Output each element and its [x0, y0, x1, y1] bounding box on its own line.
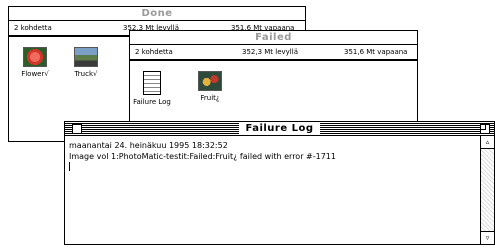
text-cursor [69, 162, 476, 174]
file-icon-flower-label: Flower√ [21, 70, 49, 78]
vertical-scrollbar[interactable]: ▵ ▿ [480, 136, 494, 244]
scroll-up-arrow-icon[interactable]: ▵ [481, 136, 494, 149]
file-icon-truck-label: Truck√ [74, 70, 98, 78]
file-icon-failure-log[interactable]: Failure Log [132, 71, 172, 106]
failure-log-titlebar[interactable]: Failure Log [65, 122, 494, 136]
truck-image-icon [74, 47, 98, 67]
done-window-titlebar[interactable]: Done [9, 7, 305, 21]
file-icon-fruit[interactable]: Fruit¿ [190, 71, 230, 102]
failure-log-window[interactable]: Failure Log maanantai 24. heinäkuu 1995 … [64, 121, 495, 245]
file-icon-flower[interactable]: Flower√ [15, 47, 55, 78]
document-icon [143, 71, 161, 95]
failed-disk-used: 352,3 Mt levyllä [242, 48, 298, 56]
zoom-box-icon[interactable] [480, 124, 490, 134]
file-icon-fruit-label: Fruit¿ [200, 94, 220, 102]
flower-image-icon [23, 47, 47, 67]
failed-window[interactable]: Failed 2 kohdetta 352,3 Mt levyllä 351,6… [129, 30, 418, 135]
failed-window-title: Failed [255, 32, 292, 43]
failed-window-titlebar[interactable]: Failed [130, 31, 417, 45]
file-icon-truck[interactable]: Truck√ [66, 47, 106, 78]
done-window-title: Done [141, 8, 173, 19]
failed-window-infobar: 2 kohdetta 352,3 Mt levyllä 351,6 Mt vap… [130, 45, 417, 61]
failure-log-text-area[interactable]: maanantai 24. heinäkuu 1995 18:32:52 Ima… [65, 136, 480, 244]
scroll-down-arrow-icon[interactable]: ▿ [481, 231, 494, 244]
failure-log-title: Failure Log [239, 123, 320, 134]
file-icon-failure-log-label: Failure Log [133, 98, 171, 106]
log-line-error: Image vol 1:PhotoMatic-testit:Failed:Fru… [69, 152, 336, 161]
log-line-timestamp: maanantai 24. heinäkuu 1995 18:32:52 [69, 141, 228, 150]
fruit-image-icon [198, 71, 222, 91]
failed-disk-free: 351,6 Mt vapaana [344, 48, 408, 56]
done-items-count: 2 kohdetta [14, 24, 52, 32]
failed-items-count: 2 kohdetta [135, 48, 173, 56]
close-box-icon[interactable] [72, 124, 82, 134]
